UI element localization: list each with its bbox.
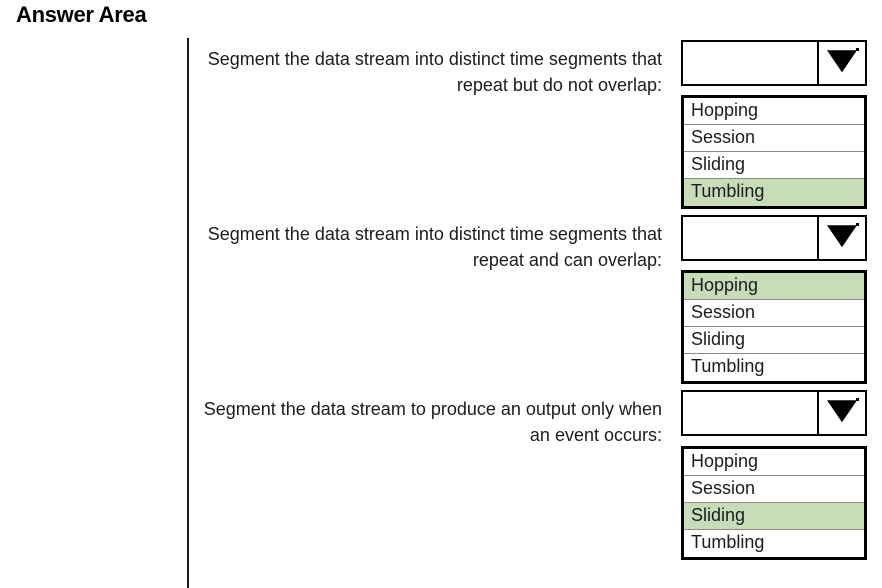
dropdown-1-control[interactable] [681, 40, 867, 86]
cursor-dot-icon [856, 398, 859, 401]
dropdown-1: Hopping Session Sliding Tumbling [681, 40, 867, 209]
dropdown-1-option-sliding[interactable]: Sliding [684, 152, 864, 179]
dropdown-3-option-session[interactable]: Session [684, 476, 864, 503]
question-prompt: Segment the data stream into distinct ti… [207, 224, 662, 270]
dropdown-3-option-sliding[interactable]: Sliding [684, 503, 864, 530]
dropdown-1-options-list: Hopping Session Sliding Tumbling [681, 95, 867, 209]
dropdown-3: Hopping Session Sliding Tumbling [681, 390, 867, 560]
chevron-down-icon [827, 225, 857, 248]
dropdown-3-toggle-button[interactable] [819, 392, 865, 434]
dropdown-3-option-tumbling[interactable]: Tumbling [684, 530, 864, 557]
dropdown-1-option-tumbling[interactable]: Tumbling [684, 179, 864, 206]
dropdown-2-option-hopping[interactable]: Hopping [684, 273, 864, 300]
chevron-down-icon [827, 400, 857, 423]
dropdown-2: Hopping Session Sliding Tumbling [681, 215, 867, 384]
cursor-dot-icon [856, 223, 859, 226]
dropdown-1-selected-value[interactable] [683, 42, 819, 84]
dropdown-2-toggle-button[interactable] [819, 217, 865, 259]
dropdown-2-option-sliding[interactable]: Sliding [684, 327, 864, 354]
chevron-down-icon [827, 50, 857, 73]
dropdown-3-options-list: Hopping Session Sliding Tumbling [681, 446, 867, 560]
dropdown-1-option-session[interactable]: Session [684, 125, 864, 152]
question-prompt: Segment the data stream to produce an ou… [203, 399, 662, 445]
dropdown-2-option-tumbling[interactable]: Tumbling [684, 354, 864, 381]
question-prompt: Segment the data stream into distinct ti… [207, 49, 662, 95]
dropdown-1-toggle-button[interactable] [819, 42, 865, 84]
dropdown-3-option-hopping[interactable]: Hopping [684, 449, 864, 476]
dropdown-2-selected-value[interactable] [683, 217, 819, 259]
cursor-dot-icon [856, 48, 859, 51]
page-title: Answer Area [16, 2, 147, 27]
dropdown-2-options-list: Hopping Session Sliding Tumbling [681, 270, 867, 384]
dropdown-2-option-session[interactable]: Session [684, 300, 864, 327]
dropdown-2-control[interactable] [681, 215, 867, 261]
dropdown-3-control[interactable] [681, 390, 867, 436]
answer-area-divider [187, 38, 189, 588]
dropdown-1-option-hopping[interactable]: Hopping [684, 98, 864, 125]
dropdown-3-selected-value[interactable] [683, 392, 819, 434]
